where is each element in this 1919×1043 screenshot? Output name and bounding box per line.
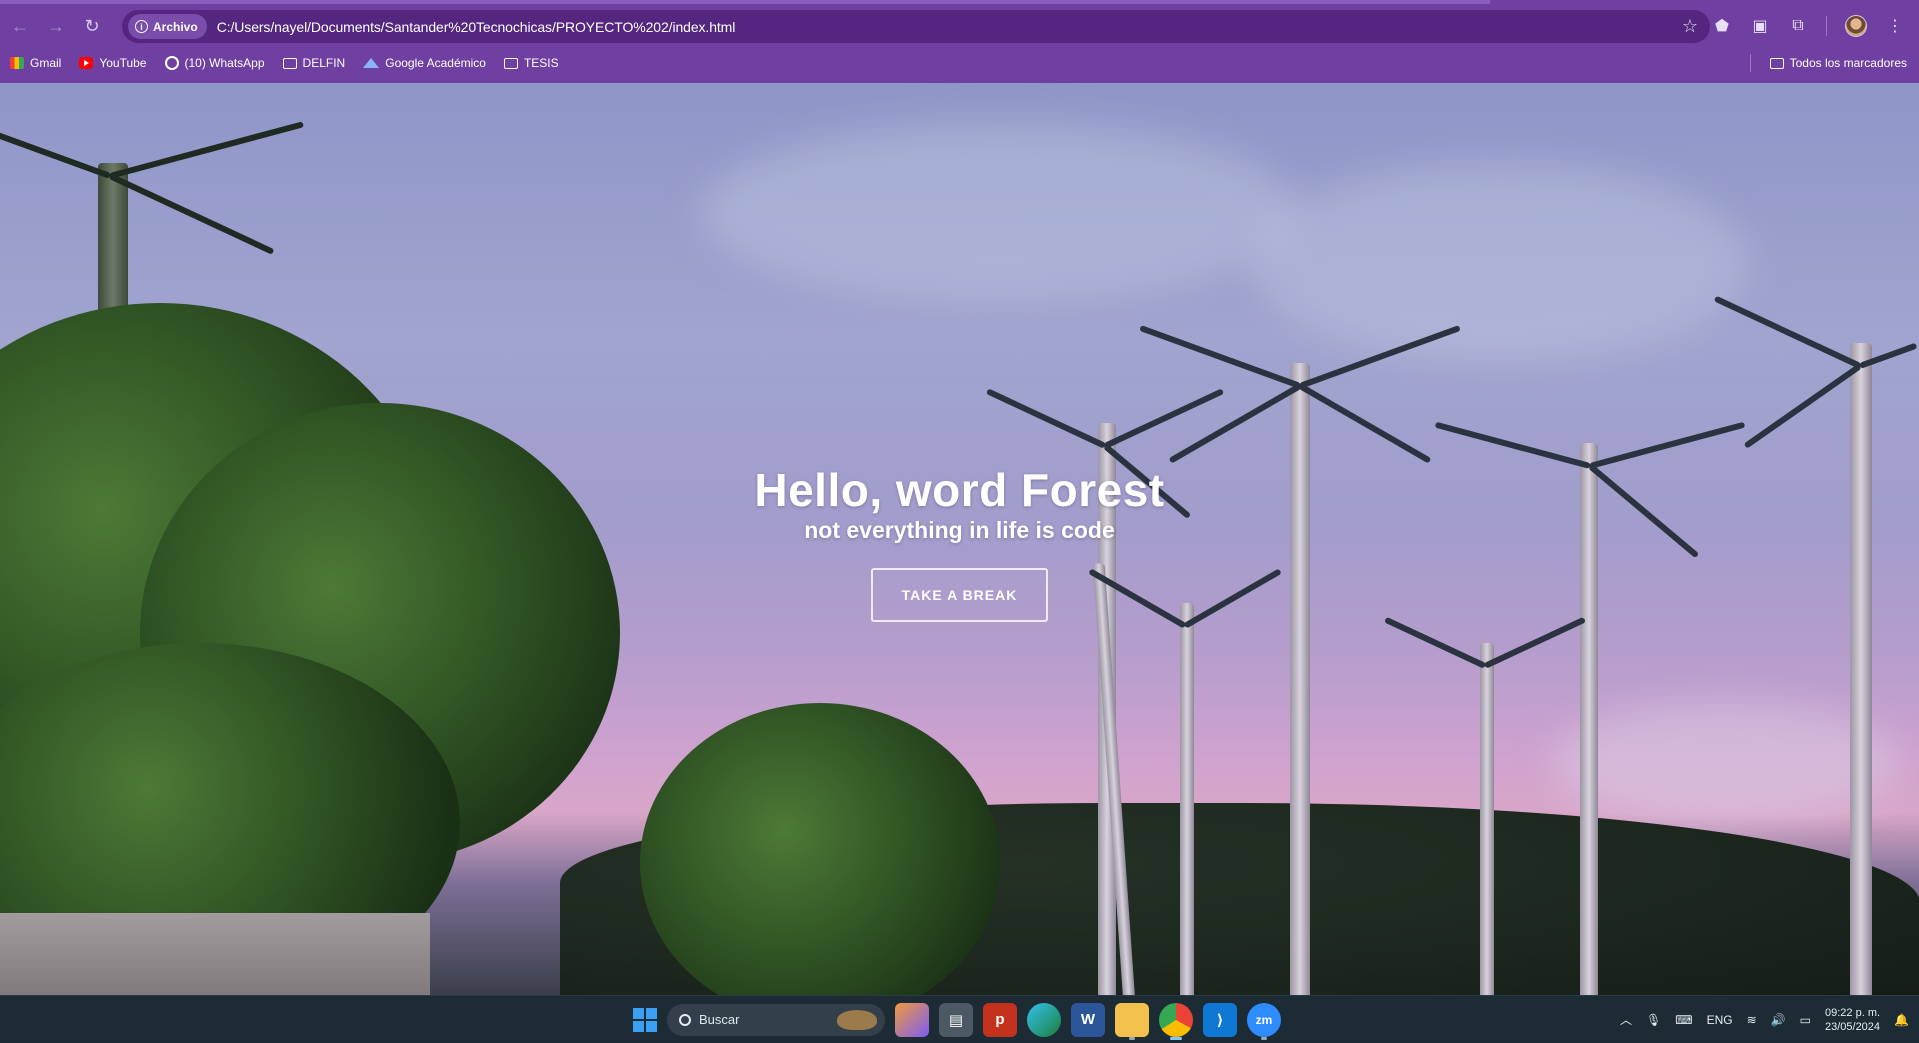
back-button[interactable]: ←	[4, 10, 36, 42]
info-icon: i	[135, 20, 148, 33]
bookmark-folder-tesis[interactable]: TESIS	[503, 56, 559, 70]
site-info-label: Archivo	[153, 19, 198, 34]
clock-time: 09:22 p. m.	[1825, 1006, 1881, 1019]
palm-frond	[109, 121, 304, 179]
palm-frond	[1298, 383, 1432, 464]
taskbar-apps: Buscar ▤ p W ⟩ zm	[633, 1001, 1281, 1040]
stone-wall	[0, 913, 430, 995]
clock[interactable]: 09:22 p. m. 23/05/2024	[1825, 1006, 1880, 1034]
folder-icon	[1769, 57, 1784, 69]
palm-trunk	[1480, 643, 1494, 995]
palm-frond	[1713, 295, 1862, 369]
toolbar-divider	[1826, 16, 1827, 36]
hero-section: Hello, word Forest not everything in lif…	[0, 463, 1919, 622]
notifications-icon[interactable]: 🔔	[1894, 1013, 1909, 1027]
palm-frond	[1743, 363, 1862, 449]
volume-icon[interactable]: 🔊	[1771, 1013, 1786, 1027]
whatsapp-icon	[164, 56, 179, 70]
bookmark-folder-delfin[interactable]: DELFIN	[282, 56, 346, 70]
all-bookmarks-label: Todos los marcadores	[1789, 56, 1907, 70]
shield-extension-icon[interactable]: ⬟	[1712, 16, 1732, 36]
cloud	[1550, 703, 1900, 823]
extension-icon[interactable]: ▣	[1750, 16, 1770, 36]
folder-icon	[282, 57, 297, 69]
tab-strip	[0, 0, 1490, 4]
taskbar-search[interactable]: Buscar	[667, 1003, 885, 1036]
bookmarks-divider	[1750, 54, 1751, 72]
palm-frond	[0, 121, 112, 179]
bookmark-label: (10) WhatsApp	[184, 56, 265, 70]
palm-trunk	[1290, 363, 1310, 995]
take-a-break-button[interactable]: TAKE A BREAK	[871, 568, 1048, 622]
site-info-chip[interactable]: i Archivo	[128, 14, 207, 39]
bookmark-gmail[interactable]: Gmail	[10, 56, 61, 70]
palm-frond	[1168, 383, 1302, 464]
zoom-icon[interactable]: zm	[1247, 1002, 1281, 1040]
kebab-menu-icon[interactable]: ⋮	[1885, 16, 1905, 36]
windows-taskbar: Buscar ▤ p W ⟩ zm ︿ 🎙 ⌨ ENG ≋ 🔊 ▭ 09:22 …	[0, 995, 1919, 1042]
all-bookmarks-button[interactable]: Todos los marcadores	[1769, 50, 1907, 76]
folder-icon	[503, 57, 518, 69]
bookmark-label: Gmail	[30, 56, 62, 70]
palm-trunk	[1180, 603, 1194, 995]
bookmark-google-scholar[interactable]: Google Académico	[363, 56, 486, 70]
browser-toolbar: ← → ↻ i Archivo C:/Users/nayel/Documents…	[0, 6, 1919, 46]
wifi-icon[interactable]: ≋	[1747, 1013, 1757, 1027]
search-placeholder: Buscar	[699, 1012, 740, 1027]
forward-button[interactable]: →	[40, 10, 72, 42]
microphone-icon[interactable]: 🎙	[1646, 1013, 1661, 1027]
vscode-icon[interactable]: ⟩	[1203, 1002, 1237, 1037]
keyboard-icon[interactable]: ⌨	[1675, 1013, 1692, 1027]
bookmark-star-icon[interactable]: ☆	[1682, 16, 1698, 37]
palm-frond	[1483, 616, 1586, 669]
bookmark-label: YouTube	[99, 56, 147, 70]
task-view-icon[interactable]: ▤	[939, 1002, 973, 1037]
system-tray: ︿ 🎙 ⌨ ENG ≋ 🔊 ▭ 09:22 p. m. 23/05/2024 🔔	[1620, 996, 1909, 1043]
search-icon	[679, 1013, 691, 1026]
bookmark-label: DELFIN	[302, 56, 346, 70]
palm-trunk	[1850, 343, 1872, 995]
reload-button[interactable]: ↻	[76, 10, 108, 42]
palm-frond	[108, 173, 275, 255]
palm-frond	[1589, 421, 1746, 469]
palm-frond	[985, 388, 1107, 449]
toolbar-actions: ⬟ ▣ ⧉ ⋮	[1712, 6, 1919, 46]
page-title: Hello, word Forest	[754, 464, 1165, 516]
page-viewport: Hello, word Forest not everything in lif…	[0, 83, 1919, 995]
page-subtitle: not everything in life is code	[804, 517, 1115, 543]
chrome-icon[interactable]	[1159, 1002, 1193, 1040]
clock-date: 23/05/2024	[1824, 1020, 1881, 1033]
search-highlight-image	[837, 1009, 877, 1030]
palm-frond	[1139, 325, 1302, 389]
bookmark-whatsapp[interactable]: (10) WhatsApp	[164, 56, 265, 70]
chevron-up-icon[interactable]: ︿	[1620, 1011, 1632, 1028]
language-indicator[interactable]: ENG	[1707, 1013, 1733, 1027]
cloud	[1250, 163, 1750, 363]
edge-icon[interactable]	[1027, 1002, 1061, 1037]
windows-start-icon[interactable]	[633, 1007, 657, 1032]
word-icon[interactable]: W	[1071, 1002, 1105, 1037]
palm-frond	[1384, 616, 1487, 669]
scholar-icon	[363, 58, 380, 68]
bookmark-label: Google Académico	[385, 56, 486, 70]
bookmarks-bar: Gmail YouTube (10) WhatsApp DELFIN Googl…	[0, 50, 1919, 76]
copilot-icon[interactable]	[895, 1002, 929, 1037]
address-bar[interactable]: i Archivo C:/Users/nayel/Documents/Santa…	[122, 10, 1710, 43]
browser-chrome: ← → ↻ i Archivo C:/Users/nayel/Documents…	[0, 0, 1919, 83]
bookmark-label: TESIS	[523, 56, 559, 70]
cloud	[700, 123, 1300, 303]
battery-icon[interactable]: ▭	[1800, 1013, 1811, 1027]
puzzle-icon[interactable]: ⧉	[1788, 17, 1808, 35]
youtube-icon	[79, 57, 94, 69]
url-text[interactable]: C:/Users/nayel/Documents/Santander%20Tec…	[217, 19, 736, 35]
bookmark-youtube[interactable]: YouTube	[79, 56, 147, 70]
app-p-icon[interactable]: p	[983, 1002, 1017, 1037]
palm-frond	[1434, 421, 1591, 469]
profile-avatar[interactable]	[1845, 15, 1867, 37]
hedge	[640, 703, 1000, 995]
file-explorer-icon[interactable]	[1115, 1002, 1149, 1040]
gmail-icon	[10, 57, 24, 69]
